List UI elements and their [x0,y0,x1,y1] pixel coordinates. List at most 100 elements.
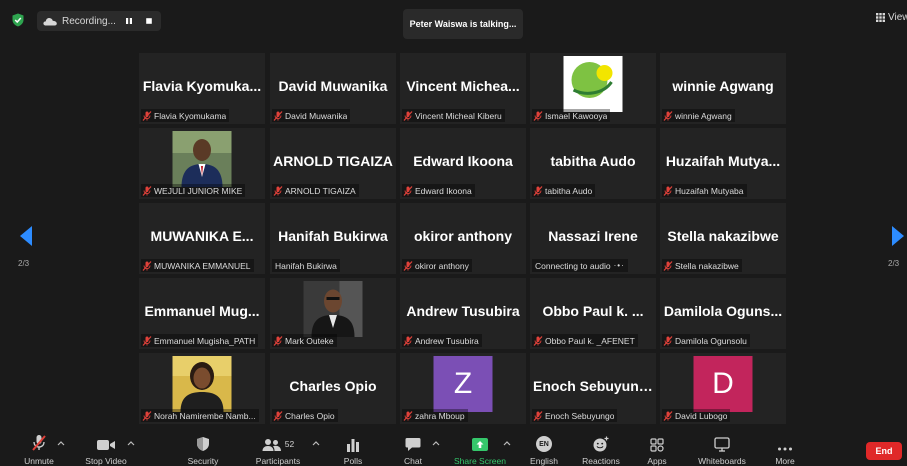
participant-tile[interactable]: Flavia Kyomuka... Flavia Kyomukama [139,53,265,124]
participant-label-text: Mark Outeke [285,335,334,346]
stop-recording-icon[interactable] [144,16,154,26]
participant-tile[interactable]: David Muwanika David Muwanika [270,53,396,124]
participant-name-label: Andrew Tusubira [402,334,482,347]
muted-mic-icon [273,410,283,421]
share-screen-button[interactable]: Share Screen [452,432,508,466]
participant-tile[interactable]: Edward Ikoona Edward Ikoona [400,128,526,199]
participant-tile[interactable]: Nassazi Irene Connecting to audio ·•· [530,203,656,274]
participants-button[interactable]: 52 Participants [251,432,305,466]
participant-tile[interactable]: Stella nakazibwe Stella nakazibwe [660,203,786,274]
muted-mic-icon [403,110,413,121]
security-button[interactable]: Security [183,432,223,466]
participant-tile[interactable]: Damilola Oguns... Damilola Ogunsolu [660,278,786,349]
participant-name-label: Obbo Paul k. _AFENET [532,334,638,347]
view-label: View [888,12,907,23]
participant-name-label: Ismael Kawooya [532,109,611,122]
participant-tile[interactable]: Vincent Michea... Vincent Micheal Kiberu [400,53,526,124]
meeting-toolbar: Unmute Stop Video Security 52 Participan… [0,432,907,466]
interpretation-english-button[interactable]: EN English [528,432,560,466]
polls-bar-chart-icon [347,439,359,452]
video-options-caret-icon[interactable] [127,440,135,446]
participant-tile[interactable]: Andrew Tusubira Andrew Tusubira [400,278,526,349]
chat-options-caret-icon[interactable] [432,440,440,446]
participant-tile[interactable]: D David Lubogo [660,353,786,424]
participant-name-label: Connecting to audio ·•· [532,259,628,272]
previous-page-arrow-icon[interactable] [18,225,34,247]
shield-check-icon[interactable] [11,13,25,27]
participant-tile[interactable]: okiror anthony okiror anthony [400,203,526,274]
recording-indicator: Recording... [37,11,161,31]
participant-label-text: MUWANIKA EMMANUEL [154,260,251,271]
stop-video-button[interactable]: Stop Video [80,432,132,466]
participant-display-name: Damilola Oguns... [663,303,783,319]
end-meeting-button[interactable]: End [866,442,902,460]
participant-name-label: Damilola Ogunsolu [662,334,750,347]
unmute-button[interactable]: Unmute [16,432,62,466]
participant-name-label: Mark Outeke [272,334,337,347]
participant-label-text: winnie Agwang [675,110,732,121]
participant-label-text: Ismael Kawooya [545,110,608,121]
participant-label-text: Andrew Tusubira [415,335,479,346]
pause-recording-icon[interactable] [124,16,134,26]
participant-tile[interactable]: Obbo Paul k. ... Obbo Paul k. _AFENET [530,278,656,349]
participant-label-text: WEJULI JUNIOR MIKE [154,185,243,196]
muted-mic-icon [403,185,413,196]
participant-label-text: Connecting to audio [535,260,611,271]
participant-tile[interactable]: WEJULI JUNIOR MIKE [139,128,265,199]
participant-display-name: Vincent Michea... [406,78,520,94]
participant-tile[interactable]: Hanifah Bukirwa Hanifah Bukirwa [270,203,396,274]
top-bar: Recording... Peter Waiswa is talking... … [0,0,907,40]
apps-button[interactable]: Apps [644,432,670,466]
muted-mic-icon [533,335,543,346]
polls-button[interactable]: Polls [340,432,366,466]
participant-tile[interactable]: MUWANIKA E... MUWANIKA EMMANUEL [139,203,265,274]
smiley-plus-icon [593,436,609,452]
participant-tile[interactable]: Mark Outeke [270,278,396,349]
participant-display-name: okiror anthony [413,228,512,244]
grid-view-icon [876,13,885,22]
share-options-caret-icon[interactable] [503,440,511,446]
view-button[interactable]: View [876,12,907,23]
participant-tile[interactable]: Emmanuel Mug... Emmanuel Mugisha_PATH [139,278,265,349]
participant-name-label: Enoch Sebuyungo [532,409,618,422]
muted-mic-icon [142,185,152,196]
participant-avatar: D [693,356,753,412]
participant-display-name: ARNOLD TIGAIZA [273,153,393,169]
chat-button[interactable]: Chat [400,432,426,466]
participant-tile[interactable]: Enoch Sebuyungo Enoch Sebuyungo [530,353,656,424]
participants-options-caret-icon[interactable] [312,440,320,446]
more-button[interactable]: More [771,432,799,466]
participant-tile[interactable]: winnie Agwang winnie Agwang [660,53,786,124]
participant-label-text: Obbo Paul k. _AFENET [545,335,635,346]
participant-name-label: David Muwanika [272,109,351,122]
participant-display-name: Emmanuel Mug... [144,303,260,319]
apps-icon [650,438,664,452]
participant-label-text: Edward Ikoona [415,185,472,196]
participant-tile[interactable]: Charles Opio Charles Opio [270,353,396,424]
page-indicator-left: 2/3 [18,259,30,268]
participant-tile[interactable]: Zzahra Mboup [400,353,526,424]
participant-display-name: Hanifah Bukirwa [278,228,388,244]
participant-display-name: Stella nakazibwe [667,228,779,244]
chat-bubble-icon [405,438,421,451]
muted-mic-icon [533,110,543,121]
participant-tile[interactable]: Huzaifah Mutya... Huzaifah Mutyaba [660,128,786,199]
participant-display-name: MUWANIKA E... [150,228,254,244]
participant-tile[interactable]: ARNOLD TIGAIZA ARNOLD TIGAIZA [270,128,396,199]
participant-name-label: Vincent Micheal Kiberu [402,109,505,122]
next-page-arrow-icon[interactable] [890,225,906,247]
muted-mic-icon [663,335,673,346]
participant-tile[interactable]: Norah Namirembe Namb... [139,353,265,424]
muted-mic-icon [663,110,673,121]
participant-label-text: Stella nakazibwe [675,260,739,271]
participant-display-name: tabitha Audo [550,153,636,169]
participant-avatar: Z [433,356,493,412]
whiteboards-button[interactable]: Whiteboards [694,432,750,466]
participant-display-name: David Muwanika [278,78,388,94]
audio-options-caret-icon[interactable] [57,440,65,446]
reactions-button[interactable]: Reactions [579,432,623,466]
participant-tile[interactable]: tabitha Audo tabitha Audo [530,128,656,199]
participant-tile[interactable]: Ismael Kawooya [530,53,656,124]
participant-display-name: Nassazi Irene [548,228,638,244]
more-dots-icon [778,447,792,451]
